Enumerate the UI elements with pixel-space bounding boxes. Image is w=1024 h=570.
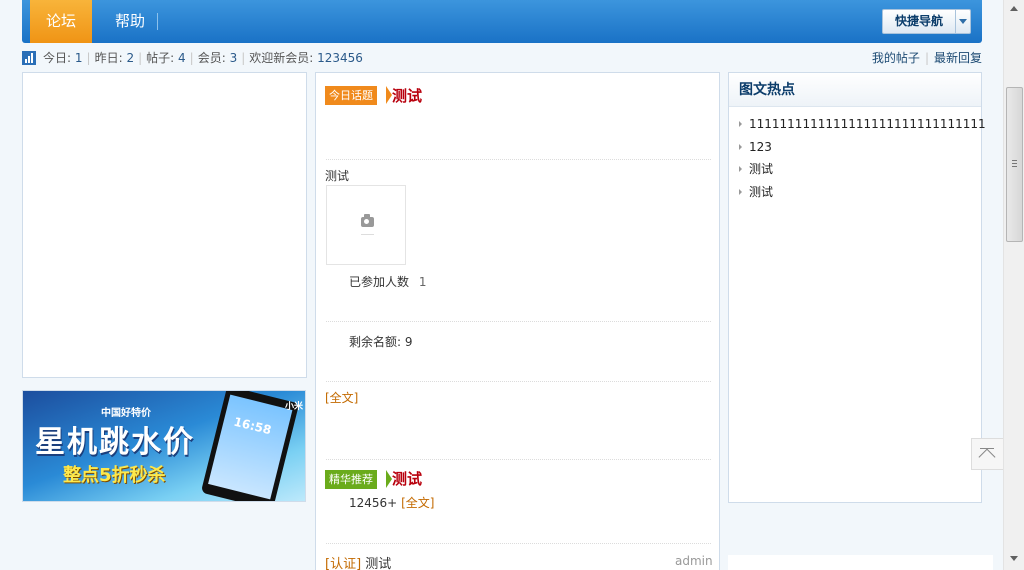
- arrow-up-icon: [978, 448, 996, 466]
- remaining-label: 剩余名额:: [349, 335, 402, 349]
- grip-icon: [1012, 160, 1017, 167]
- stat-today-value: 1: [74, 51, 83, 65]
- scrollbar-thumb[interactable]: [1006, 87, 1023, 242]
- phone-screen: 16:58: [208, 394, 293, 500]
- stat-posts-value: 4: [178, 51, 186, 65]
- featured-full-text-link[interactable]: [全文]: [401, 496, 434, 510]
- left-slideshow-box: [22, 72, 307, 378]
- participants-label: 已参加人数: [349, 275, 410, 289]
- remaining-value: 9: [404, 335, 413, 349]
- stats-text: 今日: 1 | 昨日: 2 | 帖子: 4 | 会员: 3 | 欢迎新会员: 123456: [43, 51, 363, 65]
- phone-time: 16:58: [232, 414, 273, 438]
- back-to-top-button[interactable]: [971, 438, 1004, 470]
- nav-tab-help[interactable]: 帮助: [100, 0, 160, 43]
- banner-subline: 整点5折秒杀: [63, 465, 166, 486]
- nav-tab-forum[interactable]: 论坛: [30, 0, 92, 43]
- divider: [326, 543, 711, 544]
- participants-value: 1: [418, 275, 427, 289]
- ad-banner[interactable]: 中国好特价 星机跳水价 整点5折秒杀 16:58 小米: [22, 390, 306, 502]
- activity-thumbnail[interactable]: [326, 185, 406, 265]
- stat-posts-label: 帖子:: [146, 51, 175, 65]
- remaining-info: 剩余名额: 9: [349, 333, 413, 350]
- hot-topics-list: 1111111111111111111111111111111 123 测试 测…: [729, 107, 986, 206]
- participants-info: 已参加人数 1: [349, 273, 426, 290]
- stat-members-label: 会员:: [197, 51, 226, 65]
- quick-nav-label: 快捷导航: [883, 10, 956, 33]
- nav-separator: [157, 13, 158, 30]
- hot-topics-panel: 图文热点 1111111111111111111111111111111 123…: [728, 72, 986, 503]
- featured-tag: 精华推荐: [325, 470, 377, 489]
- placeholder-line: [361, 234, 374, 235]
- verified-post-author[interactable]: admin: [675, 554, 713, 568]
- stat-members-value: 3: [229, 51, 238, 65]
- user-links: 我的帖子 | 最新回复: [871, 51, 982, 65]
- featured-excerpt-line: 12456+ [全文]: [349, 494, 434, 511]
- divider: [326, 459, 711, 460]
- quick-nav-button[interactable]: 快捷导航: [882, 9, 971, 34]
- today-topic-tag: 今日话题: [325, 86, 377, 105]
- my-posts-link[interactable]: 我的帖子: [872, 51, 920, 65]
- bar-chart-icon: [22, 51, 36, 65]
- main-content-column: 今日话题 测试 测试 已参加人数 1 剩余名额: 9 [全文] 精华推荐 测试 …: [315, 72, 720, 570]
- verified-post-line: [认证] 测试: [325, 553, 391, 570]
- newest-member-link[interactable]: 123456: [317, 51, 363, 65]
- top-nav-bar: 论坛 帮助 快捷导航: [22, 0, 982, 43]
- stat-welcome-label: 欢迎新会员:: [249, 51, 314, 65]
- divider: [326, 159, 711, 160]
- divider: [326, 321, 711, 322]
- bottom-white-strip: [728, 555, 993, 570]
- list-item[interactable]: 1111111111111111111111111111111: [739, 115, 986, 138]
- hot-topics-header: 图文热点: [729, 73, 981, 107]
- scroll-down-arrow-icon[interactable]: [1010, 556, 1018, 561]
- chevron-down-icon[interactable]: [959, 19, 967, 24]
- stat-yesterday-label: 昨日:: [94, 51, 123, 65]
- scroll-up-arrow-icon[interactable]: [1010, 6, 1018, 11]
- featured-title[interactable]: 测试: [392, 468, 422, 489]
- verified-post-title[interactable]: 测试: [365, 557, 391, 570]
- vertical-scrollbar[interactable]: [1003, 0, 1024, 570]
- list-item[interactable]: 测试: [739, 160, 981, 183]
- list-item[interactable]: 测试: [739, 183, 981, 206]
- full-text-link[interactable]: [全文]: [325, 389, 358, 406]
- activity-title[interactable]: 测试: [325, 167, 349, 184]
- today-topic-title[interactable]: 测试: [392, 85, 422, 106]
- stat-today-label: 今日:: [43, 51, 72, 65]
- list-item[interactable]: 123: [739, 138, 981, 161]
- banner-headline: 星机跳水价: [35, 425, 195, 460]
- divider: [326, 381, 711, 382]
- banner-brand: 小米: [285, 402, 304, 412]
- verified-tag[interactable]: [认证]: [325, 557, 361, 570]
- featured-excerpt: 12456+: [349, 496, 398, 510]
- camera-icon: [361, 214, 374, 227]
- stat-yesterday-value: 2: [126, 51, 135, 65]
- latest-replies-link[interactable]: 最新回复: [934, 51, 982, 65]
